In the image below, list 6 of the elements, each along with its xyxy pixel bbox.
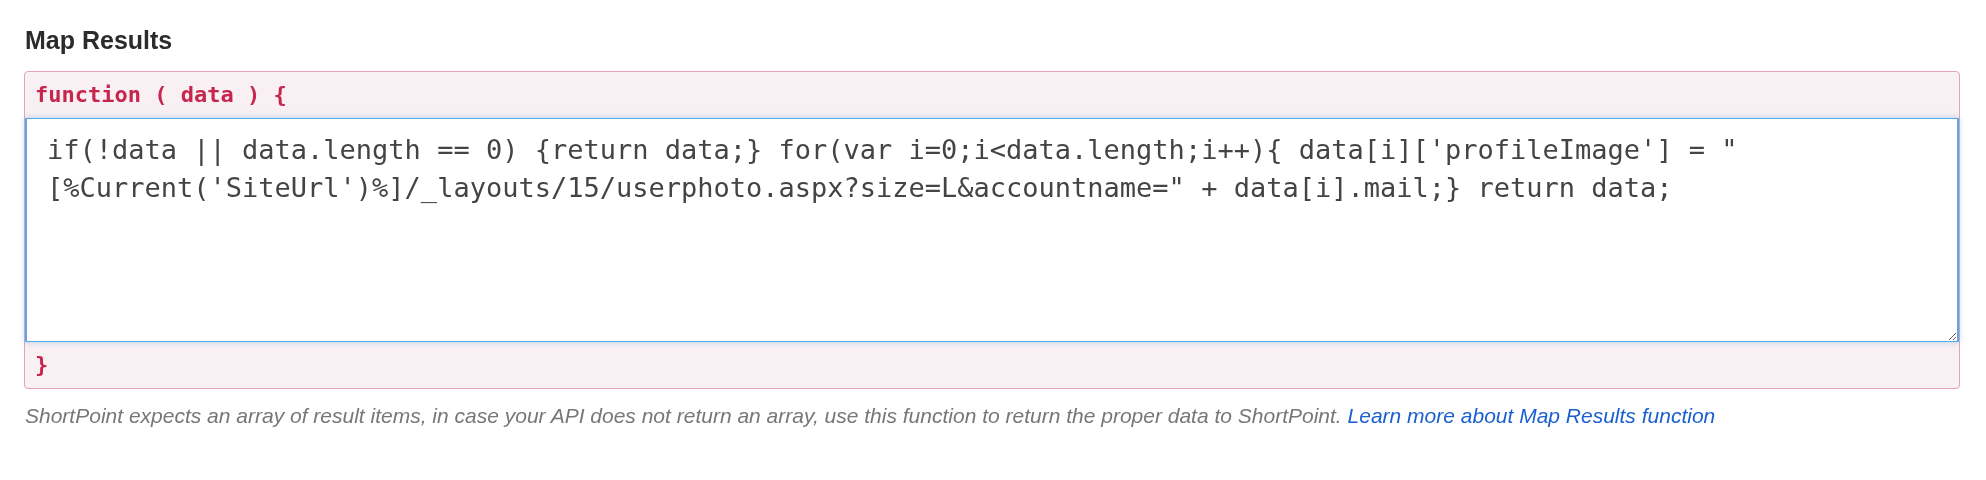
help-text: ShortPoint expects an array of result items, in case your API does not return an array, use this function to return the proper data to ShortPoint. Learn more about Map Results function	[24, 403, 1717, 429]
learn-more-link[interactable]: Learn more about Map Results function	[1347, 404, 1716, 427]
function-footer: }	[25, 342, 1959, 388]
code-input-field[interactable]: if(!data || data.length == 0) {return data;} for(var i=0;i<data.length;i++){ data[i]['profileImage'] = "[%Current('SiteUrl')%]/_layouts/15/userphoto.aspx?size=L&accountname=" + data[i].mail;} return data;	[25, 118, 1959, 342]
section-title: Map Results	[25, 26, 174, 55]
function-header: function ( data ) {	[34, 81, 288, 109]
